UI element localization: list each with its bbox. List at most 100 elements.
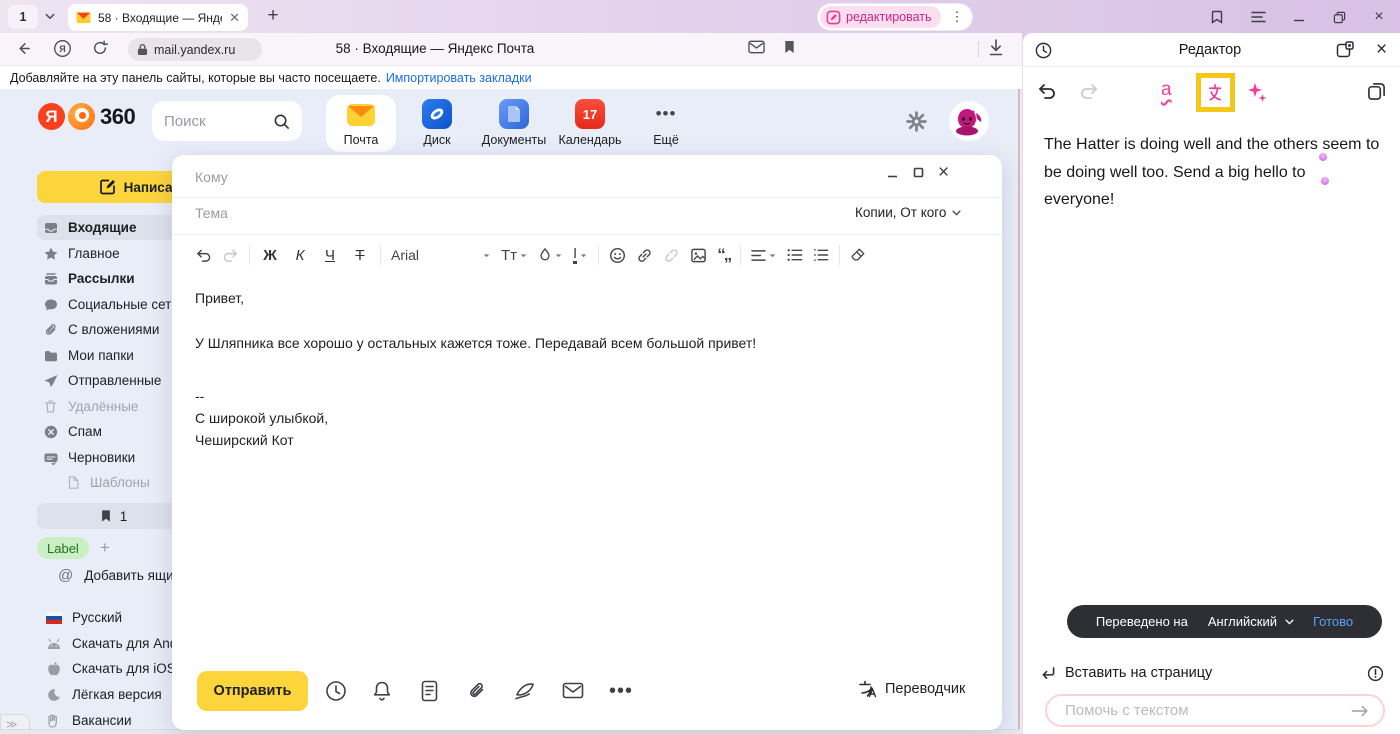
body-line[interactable]: -- — [195, 388, 204, 404]
selection-handle[interactable] — [1321, 177, 1329, 185]
quote-icon[interactable]: “„ — [717, 245, 730, 265]
body-line[interactable]: У Шляпника все хорошо у остальных кажетс… — [195, 335, 756, 351]
edit-extension-button[interactable]: редактировать — [820, 6, 941, 28]
language-link[interactable]: Русский — [45, 605, 122, 630]
submit-arrow-icon[interactable] — [1351, 704, 1369, 718]
sidebar-item-inbox[interactable]: Входящие — [37, 215, 190, 240]
numbered-list-icon[interactable] — [813, 248, 829, 262]
app-mail[interactable]: Почта — [326, 99, 396, 147]
tab-close-icon[interactable]: ✕ — [229, 10, 240, 26]
window-minimize-icon[interactable] — [1289, 8, 1309, 26]
compose-close-icon[interactable]: × — [938, 166, 949, 179]
app-disk[interactable]: Диск — [402, 99, 472, 147]
search-box[interactable] — [152, 101, 302, 141]
translate-icon[interactable] — [1206, 83, 1225, 102]
sidebar-item-my-folders[interactable]: Мои папки — [37, 343, 190, 368]
spellcheck-icon[interactable]: a — [1161, 79, 1172, 101]
unlink-icon[interactable] — [663, 247, 680, 264]
tab-counter-button[interactable]: 1 — [8, 5, 38, 29]
selection-handle[interactable] — [1319, 153, 1327, 161]
sidebar-item-drafts[interactable]: Черновики — [37, 445, 190, 470]
attach-file-icon[interactable] — [467, 680, 487, 702]
sidebar-item-attachments[interactable]: С вложениями — [37, 317, 190, 342]
reminder-bell-icon[interactable] — [372, 680, 392, 702]
editor-panel-close-icon[interactable]: × — [1376, 39, 1387, 61]
browser-menu-icon[interactable] — [1248, 8, 1268, 26]
notes-icon[interactable] — [421, 680, 438, 702]
window-close-icon[interactable]: × — [1369, 8, 1389, 26]
new-tab-button[interactable]: + — [260, 3, 286, 29]
download-icon[interactable] — [988, 39, 1004, 57]
refresh-icon[interactable] — [92, 40, 108, 56]
editor-redo-icon[interactable] — [1079, 82, 1100, 101]
edit-extension-menu-icon[interactable]: ⋮ — [945, 9, 970, 25]
tab-list-chevron-icon[interactable] — [44, 10, 56, 22]
ai-prompt-input[interactable] — [1065, 702, 1351, 719]
redo-icon[interactable] — [222, 248, 239, 263]
history-icon[interactable] — [1034, 41, 1053, 60]
browser-tab[interactable]: 58 · Входящие — Яндек ✕ — [68, 4, 248, 31]
align-button[interactable] — [751, 249, 777, 262]
sidebar-item-main[interactable]: Главное — [37, 241, 190, 266]
text-color-button[interactable]: I — [573, 246, 588, 264]
more-options-icon[interactable]: ••• — [609, 680, 633, 703]
cc-from-toggle[interactable]: Копии, От кого — [855, 205, 962, 220]
undo-icon[interactable] — [195, 248, 212, 263]
sidebar-item-templates[interactable]: Шаблоны — [59, 470, 190, 495]
window-restore-icon[interactable] — [1329, 8, 1349, 26]
sidebar-item-sent[interactable]: Отправленные — [37, 368, 190, 393]
yandex-logo-icon[interactable]: Я — [38, 103, 65, 130]
highlight-color-button[interactable] — [538, 247, 563, 263]
envelope-icon[interactable] — [562, 682, 584, 699]
compose-minimize-icon[interactable] — [886, 166, 899, 179]
schedule-send-icon[interactable] — [325, 680, 347, 702]
open-in-window-icon[interactable] — [1336, 41, 1354, 59]
url-pill[interactable]: mail.yandex.ru — [128, 38, 262, 61]
subject-field[interactable]: Тема — [195, 205, 228, 221]
bold-button[interactable]: Ж — [260, 247, 280, 264]
to-field[interactable]: Кому — [195, 169, 228, 185]
search-icon[interactable] — [273, 113, 290, 130]
sidebar-item-newsletters[interactable]: Рассылки — [37, 266, 190, 291]
copy-icon[interactable] — [1367, 82, 1386, 101]
strikethrough-button[interactable]: Т — [350, 247, 370, 264]
italic-button[interactable]: К — [290, 247, 310, 264]
editor-undo-icon[interactable] — [1036, 82, 1057, 101]
bookmarked-messages[interactable]: 1 — [37, 503, 190, 529]
app-documents[interactable]: Документы — [479, 99, 549, 147]
download-ios-link[interactable]: Скачать для iOS — [45, 656, 176, 681]
bookmarks-import-link[interactable]: Импортировать закладки — [386, 71, 532, 85]
yandex-profile-icon[interactable]: Я — [53, 39, 72, 58]
logo-360-text[interactable]: 360 — [100, 104, 135, 130]
app-calendar[interactable]: 17 Календарь — [555, 99, 625, 147]
body-line[interactable]: С широкой улыбкой, — [195, 410, 328, 426]
translator-button[interactable]: Переводчик — [857, 679, 965, 699]
bullet-list-icon[interactable] — [787, 248, 803, 262]
label-tag[interactable]: Label — [37, 537, 89, 559]
body-line[interactable]: Чеширский Кот — [195, 432, 294, 448]
ai-prompt-field[interactable] — [1045, 694, 1385, 727]
signature-pen-icon[interactable] — [514, 681, 537, 701]
font-size-select[interactable]: Tт — [501, 247, 528, 264]
add-label-button[interactable]: + — [100, 538, 110, 558]
insert-to-page-row[interactable]: Вставить на страницу — [1040, 662, 1384, 684]
light-version-link[interactable]: Лёгкая версия — [45, 682, 162, 707]
send-button[interactable]: Отправить — [197, 671, 308, 711]
browser-split-line[interactable] — [1018, 89, 1020, 734]
user-avatar[interactable] — [949, 101, 989, 141]
emoji-icon[interactable] — [609, 247, 626, 264]
sidebar-item-social[interactable]: Социальные сети — [37, 292, 190, 317]
language-select[interactable]: Английский — [1208, 614, 1295, 629]
add-mailbox-row[interactable]: @ Добавить ящик — [58, 567, 180, 584]
link-icon[interactable] — [636, 247, 653, 264]
done-button[interactable]: Готово — [1313, 614, 1353, 629]
app-more[interactable]: ••• Ещё — [631, 99, 701, 147]
translated-text[interactable]: The Hatter is doing well and the others … — [1044, 131, 1380, 214]
sidebar-panels-icon[interactable] — [1207, 8, 1227, 26]
sidebar-item-spam[interactable]: Спам — [37, 419, 190, 444]
back-icon[interactable] — [15, 40, 32, 57]
search-input[interactable] — [164, 113, 264, 130]
eraser-icon[interactable] — [850, 247, 866, 263]
body-line[interactable]: Привет, — [195, 290, 244, 306]
font-family-select[interactable]: Arial — [391, 247, 491, 263]
